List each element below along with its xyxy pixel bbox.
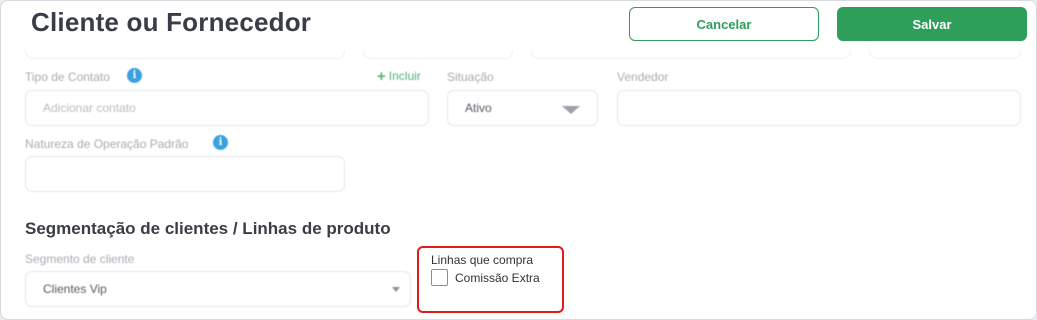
info-icon[interactable]: i xyxy=(127,68,142,83)
section-title: Segmentação de clientes / Linhas de prod… xyxy=(25,219,391,238)
contact-input-placeholder: Adicionar contato xyxy=(43,101,136,115)
segment-value: Clientes Vip xyxy=(43,282,107,296)
hidden-field-1 xyxy=(25,35,345,59)
hidden-field-2 xyxy=(363,35,513,59)
segment-select[interactable]: Clientes Vip xyxy=(25,271,411,307)
info-icon[interactable]: i xyxy=(213,135,228,150)
product-lines-label: Linhas que compra xyxy=(431,253,534,267)
extra-commission-checkbox[interactable] xyxy=(431,269,448,286)
status-select[interactable]: Ativo xyxy=(447,90,598,126)
status-value: Ativo xyxy=(465,101,492,115)
cancel-button[interactable]: Cancelar xyxy=(629,7,819,41)
add-contact-label: Incluir xyxy=(388,69,421,83)
chevron-down-icon xyxy=(562,106,580,114)
save-button[interactable]: Salvar xyxy=(837,7,1027,41)
contact-type-label: Tipo de Contato xyxy=(25,70,110,84)
extra-commission-option[interactable]: Comissão Extra xyxy=(431,269,540,286)
product-lines-highlight: Linhas que compra Comissão Extra xyxy=(417,246,564,313)
segment-label: Segmento de cliente xyxy=(25,252,135,266)
status-label: Situação xyxy=(447,70,494,84)
chevron-down-icon xyxy=(392,287,400,292)
seller-label: Vendedor xyxy=(617,70,669,84)
operation-nature-label: Natureza de Operação Padrão xyxy=(25,137,189,151)
plus-icon: + xyxy=(377,68,386,85)
extra-commission-label: Comissão Extra xyxy=(455,270,540,285)
operation-nature-input[interactable] xyxy=(25,156,345,192)
contact-input[interactable]: Adicionar contato xyxy=(25,90,429,126)
modal-window: Tipo de Contato i + Incluir Adicionar con… xyxy=(0,0,1037,320)
page-title: Cliente ou Fornecedor xyxy=(31,7,312,37)
add-contact-button[interactable]: + Incluir xyxy=(377,68,421,85)
seller-input[interactable] xyxy=(617,90,1021,126)
